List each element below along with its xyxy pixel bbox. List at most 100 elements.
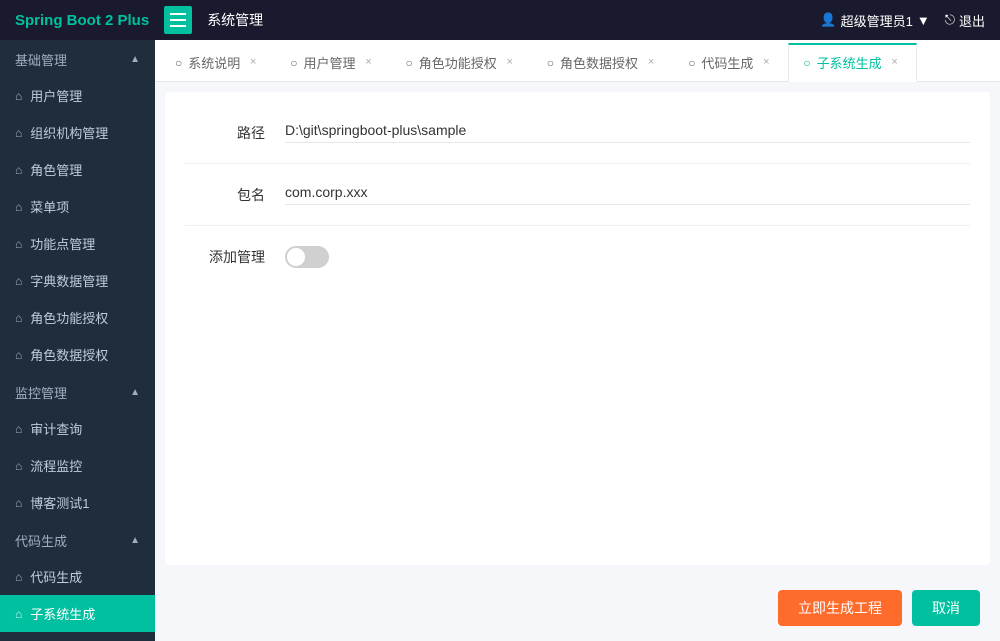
sidebar-item-feature-label: 功能点管理 xyxy=(30,234,95,253)
house-icon: ⌂ xyxy=(15,459,22,473)
form-value-path[interactable]: D:\git\springboot-plus\sample xyxy=(285,122,970,143)
house-icon: ⌂ xyxy=(15,348,22,362)
sidebar-item-role-func-auth-label: 角色功能授权 xyxy=(30,308,108,327)
sidebar-item-role-data-auth[interactable]: ⌂ 角色数据授权 xyxy=(0,336,155,373)
sidebar-group-jichu[interactable]: 基础管理 ▲ xyxy=(0,40,155,77)
sidebar-item-blog-test-label: 博客测试1 xyxy=(30,493,89,512)
sidebar-group-jichu-label: 基础管理 xyxy=(15,50,67,69)
sidebar-item-menu[interactable]: ⌂ 菜单项 xyxy=(0,188,155,225)
sidebar-item-role-data-auth-label: 角色数据授权 xyxy=(30,345,108,364)
sidebar-item-org-management-label: 组织机构管理 xyxy=(30,123,108,142)
sidebar-item-codegen-label: 代码生成 xyxy=(30,567,82,586)
tab-subsystem-gen[interactable]: ○ 子系统生成 × xyxy=(788,43,916,82)
sidebar: 基础管理 ▲ ⌂ 用户管理 ⌂ 组织机构管理 ⌂ 角色管理 ⌂ 菜单项 ⌂ 功能… xyxy=(0,40,155,641)
tab-system-info[interactable]: ○ 系统说明 × xyxy=(160,44,275,81)
tab-codegen-icon: ○ xyxy=(688,56,695,70)
sidebar-item-dict[interactable]: ⌂ 字典数据管理 xyxy=(0,262,155,299)
house-icon: ⌂ xyxy=(15,89,22,103)
form-row-toggle: 添加管理 xyxy=(185,246,970,288)
tab-user-management-icon: ○ xyxy=(290,56,297,70)
sidebar-group-monitor[interactable]: 监控管理 ▲ xyxy=(0,373,155,410)
sidebar-group-codegen-arrow: ▲ xyxy=(130,535,140,546)
chevron-down-icon: ▼ xyxy=(917,13,930,28)
house-icon: ⌂ xyxy=(15,570,22,584)
sidebar-item-role-management[interactable]: ⌂ 角色管理 xyxy=(0,151,155,188)
app-logo: Spring Boot 2 Plus xyxy=(15,12,149,29)
tab-role-func-auth-label: 角色功能授权 xyxy=(419,53,497,72)
house-icon: ⌂ xyxy=(15,237,22,251)
main-layout: 基础管理 ▲ ⌂ 用户管理 ⌂ 组织机构管理 ⌂ 角色管理 ⌂ 菜单项 ⌂ 功能… xyxy=(0,40,1000,641)
sidebar-item-codegen[interactable]: ⌂ 代码生成 xyxy=(0,558,155,595)
sidebar-item-audit-label: 审计查询 xyxy=(30,419,82,438)
form-content: 路径 D:\git\springboot-plus\sample 包名 com.… xyxy=(165,92,990,565)
header: Spring Boot 2 Plus 系统管理 👤 超级管理员1 ▼ ⎋ 退出 xyxy=(0,0,1000,40)
tab-subsystem-gen-close[interactable]: × xyxy=(888,56,902,70)
tab-role-data-auth-icon: ○ xyxy=(547,56,554,70)
nav-title: 系统管理 xyxy=(207,10,263,30)
house-icon: ⌂ xyxy=(15,422,22,436)
tab-user-management[interactable]: ○ 用户管理 × xyxy=(275,44,390,81)
user-icon: 👤 xyxy=(820,12,836,28)
user-menu[interactable]: 👤 超级管理员1 ▼ xyxy=(820,11,929,30)
tab-system-info-label: 系统说明 xyxy=(188,53,240,72)
sidebar-item-menu-label: 菜单项 xyxy=(30,197,69,216)
tab-role-data-auth[interactable]: ○ 角色数据授权 × xyxy=(532,44,673,81)
sidebar-group-monitor-arrow: ▲ xyxy=(130,387,140,398)
form-label-package: 包名 xyxy=(185,185,265,205)
tab-system-info-icon: ○ xyxy=(175,56,182,70)
sidebar-item-user-management[interactable]: ⌂ 用户管理 xyxy=(0,77,155,114)
sidebar-group-monitor-label: 监控管理 xyxy=(15,383,67,402)
tab-role-func-auth[interactable]: ○ 角色功能授权 × xyxy=(391,44,532,81)
logout-button[interactable]: ⎋ 退出 xyxy=(945,11,985,30)
tab-system-info-close[interactable]: × xyxy=(246,56,260,70)
cancel-button[interactable]: 取消 xyxy=(912,590,980,626)
sidebar-item-role-func-auth[interactable]: ⌂ 角色功能授权 xyxy=(0,299,155,336)
tabs-bar: ○ 系统说明 × ○ 用户管理 × ○ 角色功能授权 × ○ 角色数据授权 × … xyxy=(155,40,1000,82)
tab-role-data-auth-close[interactable]: × xyxy=(644,56,658,70)
menu-line-1 xyxy=(170,13,186,15)
sidebar-group-codegen-label: 代码生成 xyxy=(15,531,67,550)
footer-buttons: 立即生成工程 取消 xyxy=(155,575,1000,641)
tab-user-management-close[interactable]: × xyxy=(362,56,376,70)
tab-role-func-auth-close[interactable]: × xyxy=(503,56,517,70)
menu-line-3 xyxy=(170,25,186,27)
house-icon: ⌂ xyxy=(15,274,22,288)
sidebar-group-jichu-arrow: ▲ xyxy=(130,54,140,65)
sidebar-group-codegen[interactable]: 代码生成 ▲ xyxy=(0,521,155,558)
tab-subsystem-gen-icon: ○ xyxy=(803,56,810,70)
sidebar-item-flow-monitor-label: 流程监控 xyxy=(30,456,82,475)
content-area: ○ 系统说明 × ○ 用户管理 × ○ 角色功能授权 × ○ 角色数据授权 × … xyxy=(155,40,1000,641)
sidebar-item-feature[interactable]: ⌂ 功能点管理 xyxy=(0,225,155,262)
form-label-path: 路径 xyxy=(185,123,265,143)
generate-button[interactable]: 立即生成工程 xyxy=(778,590,902,626)
logout-label: 退出 xyxy=(959,11,985,30)
form-row-path: 路径 D:\git\springboot-plus\sample xyxy=(185,122,970,164)
house-icon: ⌂ xyxy=(15,311,22,325)
tab-user-management-label: 用户管理 xyxy=(304,53,356,72)
menu-toggle-button[interactable] xyxy=(164,6,192,34)
form-label-toggle: 添加管理 xyxy=(185,247,265,267)
house-icon: ⌂ xyxy=(15,163,22,177)
tab-codegen[interactable]: ○ 代码生成 × xyxy=(673,44,788,81)
add-management-toggle[interactable] xyxy=(285,246,329,268)
form-value-package[interactable]: com.corp.xxx xyxy=(285,184,970,205)
sidebar-item-audit[interactable]: ⌂ 审计查询 xyxy=(0,410,155,447)
sidebar-item-org-management[interactable]: ⌂ 组织机构管理 xyxy=(0,114,155,151)
tab-codegen-label: 代码生成 xyxy=(701,53,753,72)
sidebar-item-subsystem-gen[interactable]: ⌂ 子系统生成 xyxy=(0,595,155,632)
tab-subsystem-gen-label: 子系统生成 xyxy=(817,53,882,72)
house-icon: ⌂ xyxy=(15,496,22,510)
sidebar-item-subsystem-gen-label: 子系统生成 xyxy=(30,604,95,623)
house-icon: ⌂ xyxy=(15,126,22,140)
sidebar-item-role-management-label: 角色管理 xyxy=(30,160,82,179)
sidebar-item-blog-test[interactable]: ⌂ 博客测试1 xyxy=(0,484,155,521)
sidebar-item-dict-label: 字典数据管理 xyxy=(30,271,108,290)
exit-icon: ⎋ xyxy=(945,12,955,28)
menu-line-2 xyxy=(170,19,186,21)
sidebar-item-user-management-label: 用户管理 xyxy=(30,86,82,105)
header-right: 👤 超级管理员1 ▼ ⎋ 退出 xyxy=(820,11,985,30)
tab-codegen-close[interactable]: × xyxy=(759,56,773,70)
form-row-package: 包名 com.corp.xxx xyxy=(185,184,970,226)
sidebar-item-flow-monitor[interactable]: ⌂ 流程监控 xyxy=(0,447,155,484)
tab-role-data-auth-label: 角色数据授权 xyxy=(560,53,638,72)
